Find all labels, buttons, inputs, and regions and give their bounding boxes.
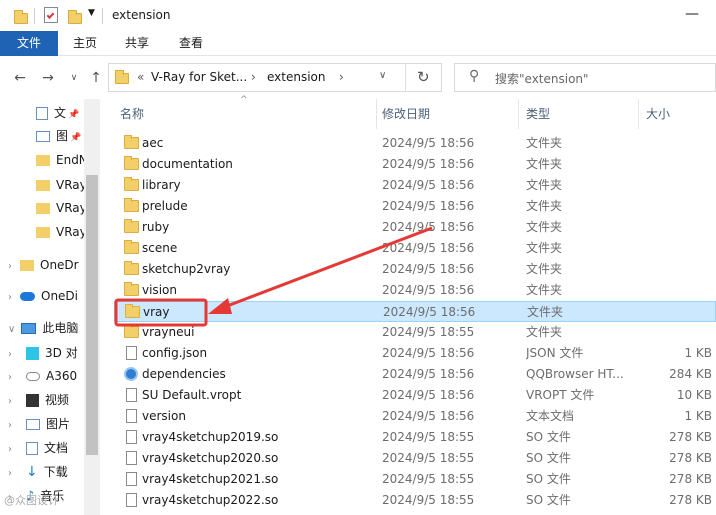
annotation-overlay [114,226,433,327]
annotation-arrow-head [208,298,232,314]
watermark: @众图设计 [4,494,59,507]
annotation-highlight-box [114,298,208,327]
annotation-arrow-line [213,226,433,313]
